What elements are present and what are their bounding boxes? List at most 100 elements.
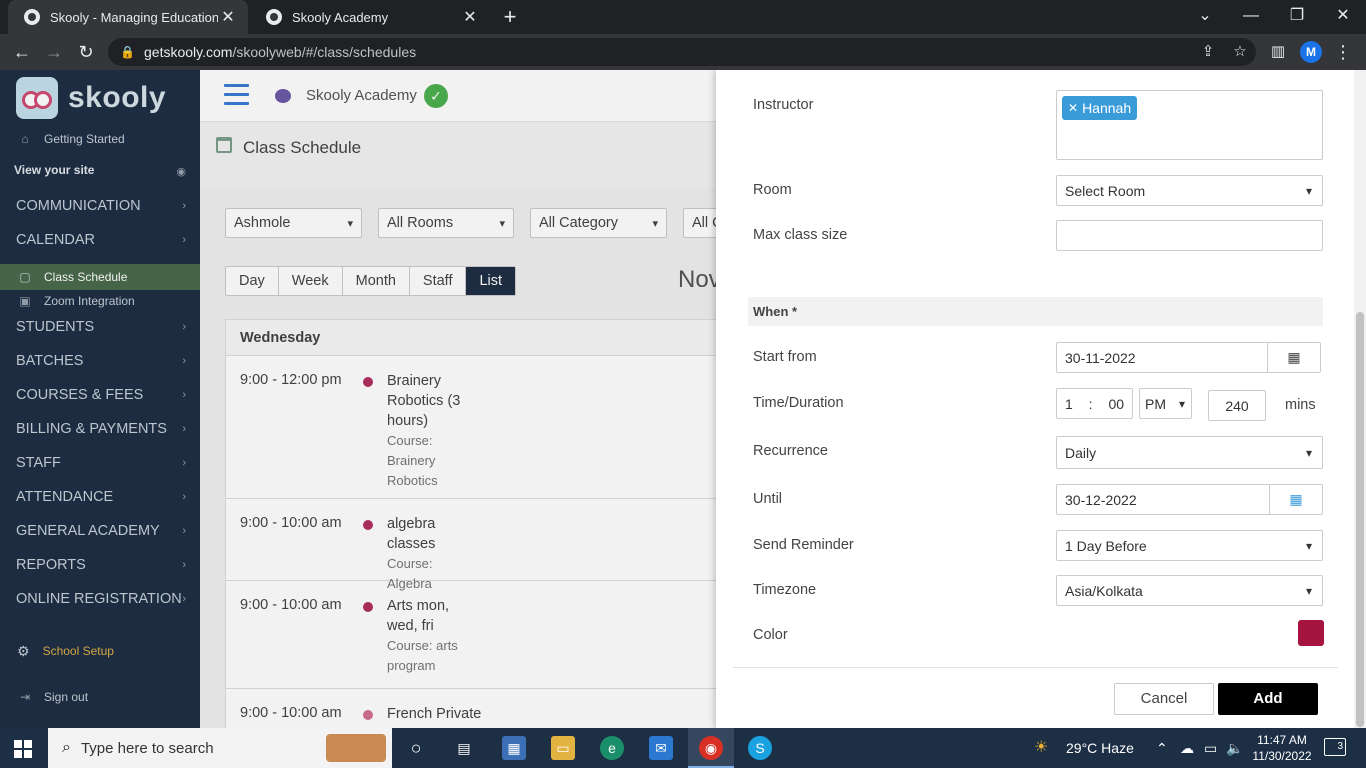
instructor-field[interactable]: ✕ Hannah <box>1056 90 1323 160</box>
until-date-input[interactable]: 30-12-2022 ▦ <box>1056 484 1323 515</box>
instructor-tag-label: Hannah <box>1082 100 1132 116</box>
timezone-label: Timezone <box>753 582 817 598</box>
url-host: getskooly.com <box>144 44 233 60</box>
taskbar-search-placeholder: Type here to search <box>80 739 214 757</box>
recurrence-value: Daily <box>1065 444 1097 461</box>
add-class-panel: Instructor ✕ Hannah Room Select Room ▾ M… <box>716 70 1366 728</box>
search-icon: ⌕ <box>62 739 71 756</box>
minimize-button[interactable]: — <box>1228 0 1274 34</box>
reminder-select[interactable]: 1 Day Before ▾ <box>1056 530 1323 561</box>
store-icon[interactable]: ▦ <box>502 736 526 760</box>
send-reminder-label: Send Reminder <box>753 537 854 553</box>
lock-icon: 🔒 <box>120 45 135 59</box>
globe-icon <box>266 9 282 25</box>
max-class-size-label: Max class size <box>753 227 848 243</box>
page-viewport: skooly ⌂ Getting Started View your site … <box>0 70 1366 728</box>
browser-tab-skooly-academy[interactable]: Skooly Academy ✕ <box>250 0 490 34</box>
calendar-icon[interactable]: ▦ <box>1267 342 1320 373</box>
calendar-icon[interactable]: ▦ <box>1269 484 1322 515</box>
add-button[interactable]: Add <box>1218 683 1318 715</box>
start-from-label: Start from <box>753 349 817 365</box>
address-bar[interactable]: 🔒 getskooly.com/skoolyweb/#/class/schedu… <box>108 38 1256 66</box>
profile-avatar[interactable]: M <box>1300 41 1322 63</box>
weather-icon: ☀ <box>1034 739 1049 756</box>
timezone-value: Asia/Kolkata <box>1065 582 1143 599</box>
start-date-input[interactable]: 30-11-2022 ▦ <box>1056 342 1321 373</box>
chevron-down-icon: ▾ <box>1305 183 1312 198</box>
footer-divider <box>733 667 1338 668</box>
time-duration-label: Time/Duration <box>753 395 844 411</box>
share-icon[interactable]: ⇪ <box>1196 40 1220 64</box>
restore-button[interactable]: ❐ <box>1274 0 1320 34</box>
recurrence-select[interactable]: Daily ▾ <box>1056 436 1323 469</box>
windows-taskbar: ⌕ Type here to search ○ ▤ ▦ ▭ e ✉ ◉ S ☀ … <box>0 728 1366 768</box>
weather-text[interactable]: 29°C Haze <box>1066 728 1134 768</box>
mins-label: mins <box>1285 397 1316 413</box>
minute-value: 00 <box>1108 395 1125 412</box>
chevron-down-icon: ▾ <box>1178 396 1185 411</box>
globe-icon <box>24 9 40 25</box>
room-label: Room <box>753 182 792 198</box>
until-date-value: 30-12-2022 <box>1065 491 1137 508</box>
tab-title: Skooly Academy <box>292 9 389 25</box>
forward-icon[interactable]: → <box>41 40 67 64</box>
chevron-down-icon: ▾ <box>1305 538 1312 553</box>
chrome-icon: ◉ <box>699 736 723 760</box>
color-swatch[interactable] <box>1298 620 1324 646</box>
time-separator: : <box>1088 395 1093 412</box>
tab-title: Skooly - Managing Educational Institutes <box>50 9 218 25</box>
show-hidden-icons-icon[interactable]: ⌃ <box>1156 728 1168 768</box>
windows-start-icon[interactable] <box>14 740 32 758</box>
browser-tabstrip: Skooly - Managing Educational Institutes… <box>0 0 1366 34</box>
url-path: /skoolyweb/#/class/schedules <box>232 44 417 60</box>
room-select[interactable]: Select Room ▾ <box>1056 175 1323 206</box>
new-tab-button[interactable]: + <box>498 4 522 30</box>
taskbar-search-box[interactable]: ⌕ Type here to search <box>48 728 392 768</box>
reload-icon[interactable]: ↻ <box>73 40 99 64</box>
edge-icon[interactable]: e <box>600 736 624 760</box>
close-icon[interactable]: ✕ <box>218 7 238 27</box>
window-close-button[interactable]: ✕ <box>1320 0 1366 34</box>
browser-toolbar: ← → ↻ 🔒 getskooly.com/skoolyweb/#/class/… <box>0 34 1366 70</box>
clock-date: 11/30/2022 <box>1252 749 1312 763</box>
reminder-value: 1 Day Before <box>1065 537 1147 554</box>
when-section-heading: When * <box>748 297 1323 326</box>
taskbar-clock[interactable]: 11:47 AM 11/30/2022 <box>1252 732 1312 764</box>
duration-input[interactable]: 240 <box>1208 390 1266 421</box>
cancel-button[interactable]: Cancel <box>1114 683 1214 715</box>
ampm-select[interactable]: PM ▾ <box>1139 388 1192 419</box>
skype-icon[interactable]: S <box>748 736 772 760</box>
time-input[interactable]: 1 : 00 <box>1056 388 1133 419</box>
panel-scrollbar-thumb[interactable] <box>1356 312 1364 727</box>
modal-backdrop[interactable] <box>0 70 716 728</box>
recurrence-label: Recurrence <box>753 443 828 459</box>
notification-center-icon[interactable]: 3 <box>1324 738 1346 756</box>
room-value: Select Room <box>1065 182 1146 199</box>
browser-menu-icon[interactable]: ⋮ <box>1334 40 1352 64</box>
timezone-select[interactable]: Asia/Kolkata ▾ <box>1056 575 1323 606</box>
battery-icon[interactable]: ▭ <box>1204 728 1217 768</box>
tab-search-icon[interactable]: ⌄ <box>1182 0 1228 34</box>
clock-time: 11:47 AM <box>1257 733 1307 747</box>
duration-value: 240 <box>1225 397 1249 414</box>
max-class-size-input[interactable] <box>1056 220 1323 251</box>
browser-tab-skooly-main[interactable]: Skooly - Managing Educational Institutes… <box>8 0 248 34</box>
bookmark-star-icon[interactable]: ☆ <box>1228 40 1252 64</box>
instructor-tag: ✕ Hannah <box>1062 96 1138 120</box>
back-icon[interactable]: ← <box>9 40 35 64</box>
instructor-label: Instructor <box>753 97 814 113</box>
file-explorer-icon[interactable]: ▭ <box>551 736 575 760</box>
mail-icon[interactable]: ✉ <box>649 736 673 760</box>
start-date-value: 30-11-2022 <box>1065 349 1136 366</box>
cortana-icon[interactable]: ○ <box>404 736 428 760</box>
until-label: Until <box>753 491 783 507</box>
color-label: Color <box>753 627 788 643</box>
close-icon[interactable]: ✕ <box>460 7 480 27</box>
onedrive-icon[interactable]: ☁ <box>1180 728 1194 768</box>
side-panel-icon[interactable]: ▥ <box>1266 40 1290 64</box>
notification-count: 3 <box>1337 741 1343 752</box>
remove-tag-icon[interactable]: ✕ <box>1068 101 1078 115</box>
volume-icon[interactable]: 🔈 <box>1226 728 1243 768</box>
task-view-icon[interactable]: ▤ <box>452 736 476 760</box>
chevron-down-icon: ▾ <box>1305 583 1312 598</box>
